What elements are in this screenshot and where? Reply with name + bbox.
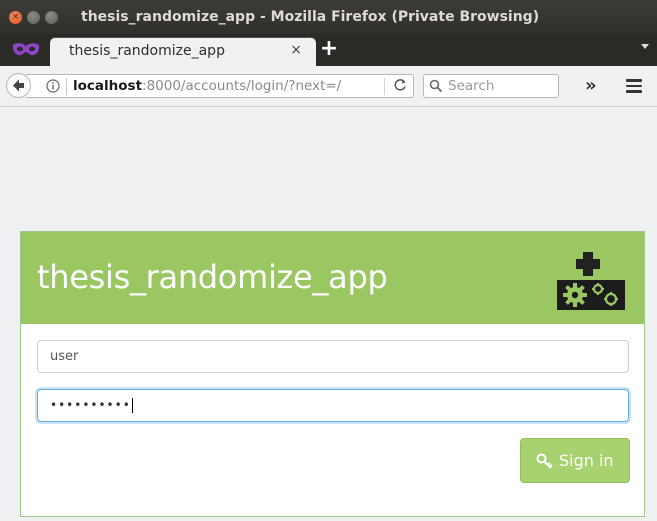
panel-heading: thesis_randomize_app	[21, 232, 644, 324]
sign-in-label: Sign in	[559, 451, 614, 470]
reload-separator	[384, 78, 385, 95]
overflow-chevron-button[interactable]: »	[585, 75, 597, 96]
window-close-button[interactable]: ×	[9, 11, 22, 24]
url-host: localhost	[73, 78, 143, 94]
window-titlebar: × thesis_randomize_app - Mozilla Firefox…	[0, 0, 657, 34]
search-icon	[429, 79, 443, 93]
key-icon	[536, 453, 553, 469]
tab-label: thesis_randomize_app	[69, 43, 225, 59]
login-panel: thesis_randomize_app user •••••••••• Sig…	[20, 231, 645, 517]
sign-in-button[interactable]: Sign in	[520, 438, 630, 483]
navigation-toolbar: localhost:8000/accounts/login/?next=/ Se…	[0, 66, 657, 107]
window-minimize-button[interactable]	[27, 11, 40, 24]
window-maximize-button[interactable]	[45, 11, 58, 24]
new-tab-button[interactable]: +	[318, 37, 340, 61]
url-separator	[66, 78, 67, 95]
add-gears-icon	[557, 252, 625, 310]
info-icon[interactable]	[46, 79, 60, 93]
tab-list-dropdown-icon[interactable]	[641, 44, 649, 49]
password-mask: ••••••••••	[50, 398, 131, 412]
password-input[interactable]: ••••••••••	[37, 389, 629, 422]
menu-icon[interactable]	[626, 79, 642, 93]
page-content: thesis_randomize_app user •••••••••• Sig…	[0, 107, 657, 521]
search-placeholder: Search	[448, 78, 495, 94]
tab-close-icon[interactable]: ×	[290, 42, 302, 58]
reload-icon[interactable]	[392, 77, 408, 93]
tab-thesis-randomize-app[interactable]: thesis_randomize_app ×	[50, 38, 316, 66]
url-text[interactable]: localhost:8000/accounts/login/?next=/	[73, 78, 341, 94]
app-title: thesis_randomize_app	[37, 258, 388, 296]
back-button[interactable]	[6, 73, 31, 98]
url-path: :8000/accounts/login/?next=/	[142, 78, 342, 94]
username-input[interactable]: user	[37, 340, 629, 373]
text-caret	[131, 398, 133, 413]
back-arrow-icon	[13, 79, 24, 92]
tab-strip: thesis_randomize_app × +	[0, 34, 657, 66]
private-browsing-mask-icon	[12, 43, 40, 56]
window-title: thesis_randomize_app - Mozilla Firefox (…	[81, 9, 540, 25]
